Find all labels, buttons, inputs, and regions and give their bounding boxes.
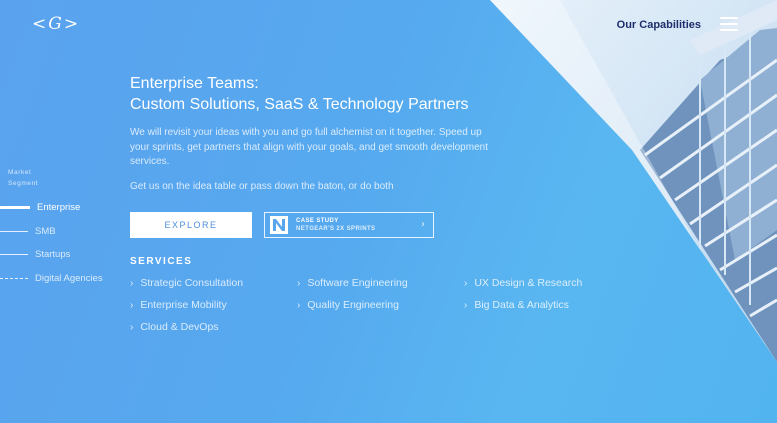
chevron-right-icon: › bbox=[297, 300, 301, 311]
page-title-line2: Custom Solutions, SaaS & Technology Part… bbox=[130, 96, 469, 113]
case-study-label: CASE STUDY bbox=[296, 218, 339, 224]
service-link-big-data-analytics[interactable]: › Big Data & Analytics bbox=[464, 299, 569, 311]
chevron-right-icon: › bbox=[421, 219, 425, 230]
service-label: Cloud & DevOps bbox=[140, 321, 219, 333]
service-link-cloud-devops[interactable]: › Cloud & DevOps bbox=[130, 321, 219, 333]
hero-subtext: Get us on the idea table or pass down th… bbox=[130, 181, 394, 192]
segment-indicator bbox=[0, 278, 28, 279]
chevron-right-icon: › bbox=[130, 300, 134, 311]
segment-indicator bbox=[0, 254, 28, 255]
menu-icon[interactable] bbox=[720, 17, 738, 31]
chevron-right-icon: › bbox=[130, 278, 134, 289]
case-study-text: CASE STUDY NETGEAR'S 2X SPRINTS bbox=[296, 217, 375, 233]
segment-item-label: Digital Agencies bbox=[35, 273, 103, 284]
market-segment-label: Market Segment bbox=[8, 167, 38, 189]
market-segment-label-line1: Market bbox=[8, 169, 32, 176]
service-link-software-engineering[interactable]: › Software Engineering bbox=[297, 277, 408, 289]
chevron-right-icon: › bbox=[464, 300, 468, 311]
service-label: Big Data & Analytics bbox=[474, 299, 569, 311]
our-capabilities-link[interactable]: Our Capabilities bbox=[617, 19, 701, 31]
segment-item-startups[interactable]: Startups bbox=[0, 249, 70, 260]
segment-item-label: Startups bbox=[35, 249, 71, 260]
explore-button[interactable]: EXPLORE bbox=[130, 212, 252, 238]
service-link-strategic-consultation[interactable]: › Strategic Consultation bbox=[130, 277, 243, 289]
segment-item-label: SMB bbox=[35, 226, 56, 237]
case-study-button[interactable]: CASE STUDY NETGEAR'S 2X SPRINTS › bbox=[264, 212, 434, 238]
service-link-enterprise-mobility[interactable]: › Enterprise Mobility bbox=[130, 299, 227, 311]
segment-item-label: Enterprise bbox=[37, 202, 81, 213]
service-link-ux-design-research[interactable]: › UX Design & Research bbox=[464, 277, 582, 289]
active-indicator bbox=[0, 206, 30, 209]
hero-description: We will revisit your ideas with you and … bbox=[130, 127, 488, 167]
segment-item-enterprise[interactable]: Enterprise bbox=[0, 202, 80, 213]
market-segment-label-line2: Segment bbox=[8, 180, 39, 187]
service-label: UX Design & Research bbox=[474, 277, 583, 289]
page-title: Enterprise Teams: Custom Solutions, SaaS… bbox=[130, 73, 530, 115]
chevron-right-icon: › bbox=[464, 278, 468, 289]
service-label: Strategic Consultation bbox=[140, 277, 244, 289]
service-link-quality-engineering[interactable]: › Quality Engineering bbox=[297, 299, 399, 311]
services-heading: SERVICES bbox=[130, 256, 193, 267]
segment-item-digital-agencies[interactable]: Digital Agencies bbox=[0, 273, 103, 284]
service-label: Enterprise Mobility bbox=[140, 299, 227, 311]
page-title-line1: Enterprise Teams: bbox=[130, 75, 259, 92]
segment-indicator bbox=[0, 231, 28, 232]
chevron-right-icon: › bbox=[130, 322, 134, 333]
case-study-title: NETGEAR'S 2X SPRINTS bbox=[296, 226, 376, 232]
service-label: Software Engineering bbox=[307, 277, 408, 289]
service-label: Quality Engineering bbox=[307, 299, 399, 311]
brand-logo[interactable]: <G> bbox=[32, 14, 80, 34]
segment-item-smb[interactable]: SMB bbox=[0, 226, 56, 237]
chevron-right-icon: › bbox=[297, 278, 301, 289]
netgear-n-logo-icon bbox=[270, 216, 288, 234]
